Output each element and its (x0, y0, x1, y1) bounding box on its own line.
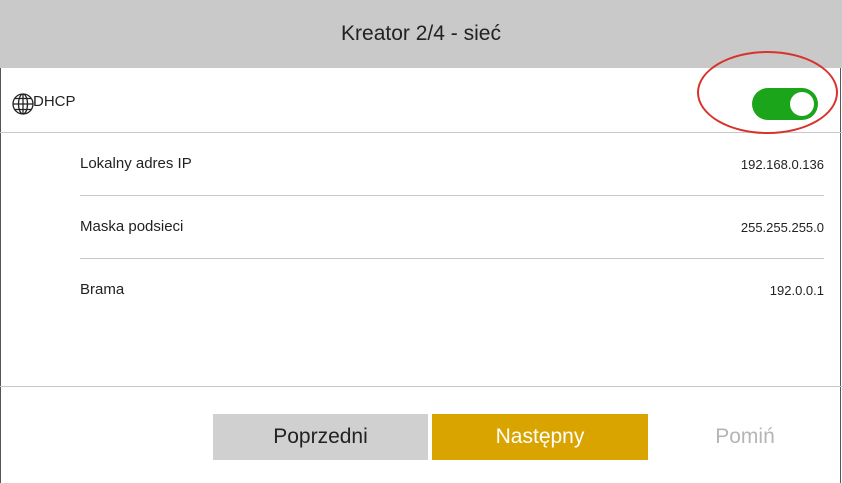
setting-label: Lokalny adres IP (80, 155, 192, 172)
footer-divider (0, 386, 842, 387)
dhcp-label: DHCP (33, 93, 76, 110)
globe-icon (11, 92, 35, 116)
setting-label: Maska podsieci (80, 218, 184, 235)
setting-label: Brama (80, 281, 125, 298)
setting-row-mask[interactable]: Maska podsieci 255.255.255.0 (80, 196, 824, 259)
next-button[interactable]: Następny (432, 414, 648, 460)
previous-button[interactable]: Poprzedni (213, 414, 428, 460)
setting-value: 255.255.255.0 (740, 220, 824, 235)
setting-value: 192.0.0.1 (769, 283, 824, 298)
page-title: Kreator 2/4 - sieć (341, 22, 501, 45)
setting-value: 192.168.0.136 (740, 157, 824, 172)
skip-button[interactable]: Pomiń (652, 414, 838, 460)
dhcp-toggle[interactable] (752, 88, 818, 120)
setting-row-ip[interactable]: Lokalny adres IP 192.168.0.136 (80, 133, 824, 196)
wizard-header: Kreator 2/4 - sieć (0, 0, 842, 68)
toggle-knob (790, 92, 814, 116)
dhcp-row: DHCP (0, 68, 842, 133)
setting-row-gateway[interactable]: Brama 192.0.0.1 (80, 259, 824, 321)
